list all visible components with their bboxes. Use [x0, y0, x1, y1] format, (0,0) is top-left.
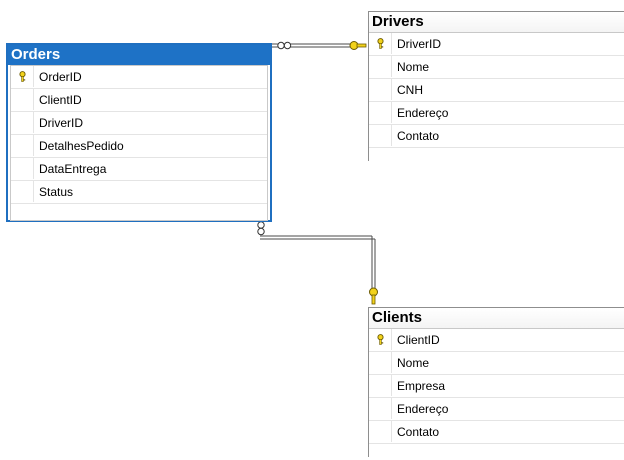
- row-selector: [369, 375, 392, 396]
- one-end-key-icon: [369, 287, 378, 305]
- primary-key-icon: [18, 71, 27, 82]
- relationship-orders-drivers[interactable]: [272, 41, 367, 50]
- row-selector: [11, 158, 34, 179]
- column-row[interactable]: Status: [11, 181, 267, 204]
- row-selector: [369, 398, 392, 419]
- column-name: ClientID: [39, 93, 82, 107]
- column-row[interactable]: Contato: [369, 421, 624, 444]
- column-name: Endereço: [397, 106, 449, 120]
- column-row[interactable]: Endereço: [369, 102, 624, 125]
- table-title: Orders: [8, 45, 270, 65]
- column-list: ClientID Nome Empresa Endereço Contato: [369, 329, 624, 460]
- empty-row: [369, 444, 624, 460]
- column-name: Empresa: [397, 379, 446, 393]
- column-row[interactable]: Endereço: [369, 398, 624, 421]
- row-selector: [369, 352, 392, 373]
- column-name: DataEntrega: [39, 162, 107, 176]
- row-selector: [369, 329, 392, 350]
- column-name: Nome: [397, 60, 430, 74]
- column-row[interactable]: Empresa: [369, 375, 624, 398]
- relationship-orders-clients[interactable]: [257, 221, 378, 305]
- row-selector: [11, 112, 34, 133]
- row-selector: [11, 89, 34, 110]
- column-list: OrderID ClientID DriverID DetalhesPedido Dat…: [10, 65, 268, 221]
- column-row[interactable]: DataEntrega: [11, 158, 267, 181]
- column-name: ClientID: [397, 333, 440, 347]
- column-name: OrderID: [39, 70, 82, 84]
- column-row[interactable]: CNH: [369, 79, 624, 102]
- column-name: Endereço: [397, 402, 449, 416]
- many-end-infinity-icon: [277, 41, 292, 50]
- one-end-key-icon: [349, 41, 367, 50]
- column-name: CNH: [397, 83, 423, 97]
- table-title: Drivers: [369, 12, 624, 33]
- empty-row: [11, 204, 267, 220]
- column-row[interactable]: Nome: [369, 56, 624, 79]
- many-end-infinity-icon: [257, 221, 265, 236]
- row-selector: [369, 79, 392, 100]
- row-selector: [369, 102, 392, 123]
- column-row[interactable]: Nome: [369, 352, 624, 375]
- column-name: Contato: [397, 129, 440, 143]
- column-name: DetalhesPedido: [39, 139, 124, 153]
- column-name: DriverID: [397, 37, 441, 51]
- primary-key-icon: [376, 334, 385, 345]
- table-drivers[interactable]: Drivers DriverID Nome CNH Endereço Contato: [368, 11, 624, 164]
- column-list: DriverID Nome CNH Endereço Contato: [369, 33, 624, 164]
- column-row[interactable]: DriverID: [11, 112, 267, 135]
- column-name: Contato: [397, 425, 440, 439]
- primary-key-icon: [376, 38, 385, 49]
- column-row[interactable]: DriverID: [369, 33, 624, 56]
- column-row[interactable]: ClientID: [369, 329, 624, 352]
- row-selector: [11, 181, 34, 202]
- column-row[interactable]: OrderID: [11, 66, 267, 89]
- row-selector: [369, 125, 392, 146]
- column-row[interactable]: Contato: [369, 125, 624, 148]
- column-row[interactable]: ClientID: [11, 89, 267, 112]
- table-orders[interactable]: Orders OrderID ClientID DriverID DetalhesPe…: [6, 43, 272, 222]
- table-clients[interactable]: Clients ClientID Nome Empresa Endereço Conta…: [368, 307, 624, 460]
- column-row[interactable]: DetalhesPedido: [11, 135, 267, 158]
- row-selector: [369, 33, 392, 54]
- row-selector: [369, 56, 392, 77]
- column-name: Status: [39, 185, 74, 199]
- column-name: Nome: [397, 356, 430, 370]
- row-selector: [11, 66, 34, 87]
- empty-row: [369, 148, 624, 164]
- table-title: Clients: [369, 308, 624, 329]
- row-selector: [11, 135, 34, 156]
- row-selector: [369, 421, 392, 442]
- column-name: DriverID: [39, 116, 83, 130]
